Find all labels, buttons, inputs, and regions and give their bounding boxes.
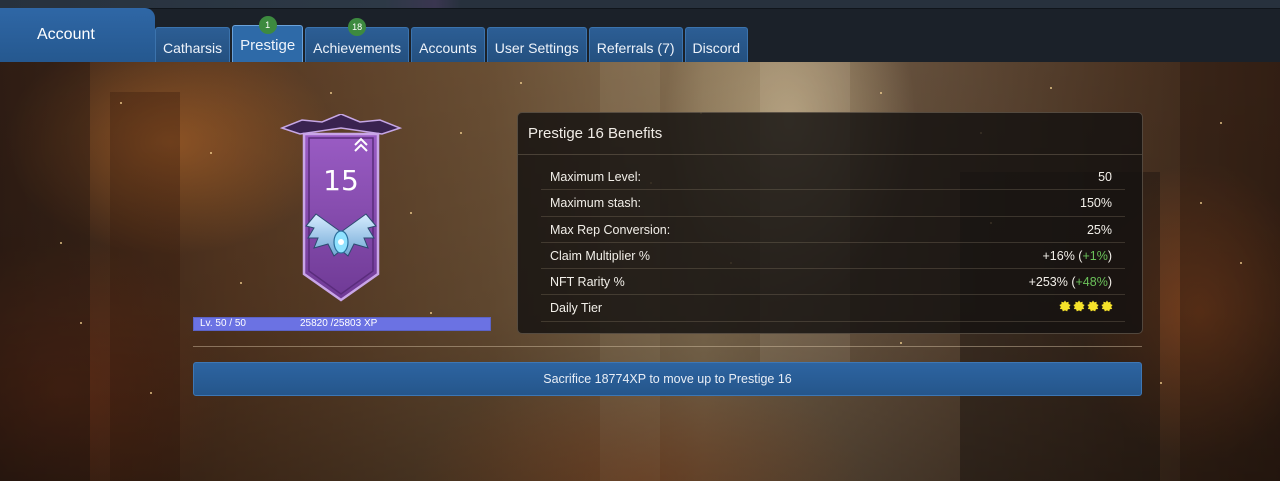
benefit-row-max-rep: Max Rep Conversion: 25% <box>541 217 1125 243</box>
ember-particle <box>1200 202 1202 204</box>
tab-prestige[interactable]: 1 Prestige <box>232 16 304 62</box>
value-bonus: +48% <box>1075 275 1108 290</box>
tab-bar: Catharsis 1 Prestige 18 Achievements Acc… <box>155 16 750 62</box>
benefit-label: Claim Multiplier % <box>550 248 651 263</box>
benefit-row-max-stash: Maximum stash: 150% <box>541 190 1125 217</box>
tab-label: Discord <box>692 40 741 56</box>
benefits-title: Prestige 16 Benefits <box>528 125 663 142</box>
ember-particle <box>1240 262 1242 264</box>
benefit-row-max-level: Maximum Level: 50 <box>541 164 1125 191</box>
value-base: +16% ( <box>1042 248 1083 263</box>
account-header-tab[interactable]: Account <box>0 8 155 62</box>
tab-label: Prestige <box>240 37 296 54</box>
tab-referrals[interactable]: Referrals (7) <box>588 27 683 62</box>
tab-user-settings[interactable]: User Settings <box>486 27 587 62</box>
benefit-label: Daily Tier <box>550 301 603 316</box>
value-base: +253% ( <box>1028 275 1076 290</box>
ember-particle <box>410 212 412 214</box>
tier-star-icon <box>1073 300 1085 312</box>
ember-particle <box>240 282 242 284</box>
panel-divider <box>518 154 1142 155</box>
value-bonus: +1% <box>1082 248 1108 263</box>
ember-particle <box>210 152 212 154</box>
sacrifice-button[interactable]: Sacrifice 18774XP to move up to Prestige… <box>193 362 1142 396</box>
benefit-value: +253% (+48%) <box>1029 275 1112 289</box>
section-divider <box>193 346 1142 347</box>
banner-icon <box>279 113 403 302</box>
tab-label: User Settings <box>494 40 579 56</box>
ember-particle <box>430 312 432 314</box>
top-bar: Account Catharsis 1 Prestige 18 Achievem… <box>0 0 1280 62</box>
ember-particle <box>60 242 62 244</box>
benefit-label: Max Rep Conversion: <box>550 222 671 237</box>
ember-particle <box>880 92 882 94</box>
tab-discord[interactable]: Discord <box>684 27 749 62</box>
benefit-row-nft-rarity: NFT Rarity % +253% (+48%) <box>541 269 1125 296</box>
level-text: Lv. 50 / 50 <box>200 318 246 329</box>
xp-progress-bar: Lv. 50 / 50 25820 /25803 XP <box>193 317 491 331</box>
benefit-label: Maximum Level: <box>550 170 641 184</box>
notification-badge: 18 <box>348 18 367 36</box>
tab-label: Catharsis <box>163 40 223 56</box>
tab-accounts[interactable]: Accounts <box>411 27 485 62</box>
ember-particle <box>150 392 152 394</box>
value-close: ) <box>1107 248 1112 263</box>
benefit-value: +16% (+1%) <box>1042 249 1112 263</box>
xp-text: 25820 /25803 XP <box>300 318 378 329</box>
benefit-row-daily-tier: Daily Tier <box>541 295 1125 322</box>
benefit-value: 25% <box>1086 222 1112 237</box>
ember-particle <box>80 322 82 324</box>
tier-star-icon <box>1059 300 1071 312</box>
ember-particle <box>330 92 332 94</box>
ember-particle <box>1160 382 1162 384</box>
benefits-table: Maximum Level: 50 Maximum stash: 150% Ma… <box>541 164 1125 322</box>
ember-particle <box>520 82 522 84</box>
benefit-row-claim-multiplier: Claim Multiplier % +16% (+1%) <box>541 243 1125 270</box>
benefit-value: 150% <box>1080 196 1112 211</box>
tier-star-icon <box>1087 300 1099 312</box>
ember-particle <box>1220 122 1222 124</box>
ember-particle <box>1050 87 1052 89</box>
tab-label: Accounts <box>419 40 477 56</box>
tab-label: Achievements <box>313 40 402 56</box>
benefits-panel: Prestige 16 Benefits Maximum Level: 50 M… <box>517 112 1143 334</box>
tab-catharsis[interactable]: Catharsis <box>155 27 231 62</box>
daily-tier-stars <box>1059 300 1113 312</box>
top-strip <box>0 0 1280 9</box>
tab-label: Referrals (7) <box>596 40 675 56</box>
benefit-label: Maximum stash: <box>550 196 641 211</box>
prestige-banner: 15 <box>278 113 404 306</box>
benefit-label: NFT Rarity % <box>550 275 625 290</box>
notification-badge: 1 <box>258 16 277 34</box>
prestige-number: 15 <box>323 164 359 197</box>
ember-particle <box>460 132 462 134</box>
value-close: ) <box>1107 275 1112 290</box>
ember-particle <box>120 102 122 104</box>
ember-particle <box>900 342 902 344</box>
tier-star-icon <box>1101 300 1113 312</box>
tab-achievements[interactable]: 18 Achievements <box>305 18 410 62</box>
benefit-value: 50 <box>1098 170 1112 184</box>
